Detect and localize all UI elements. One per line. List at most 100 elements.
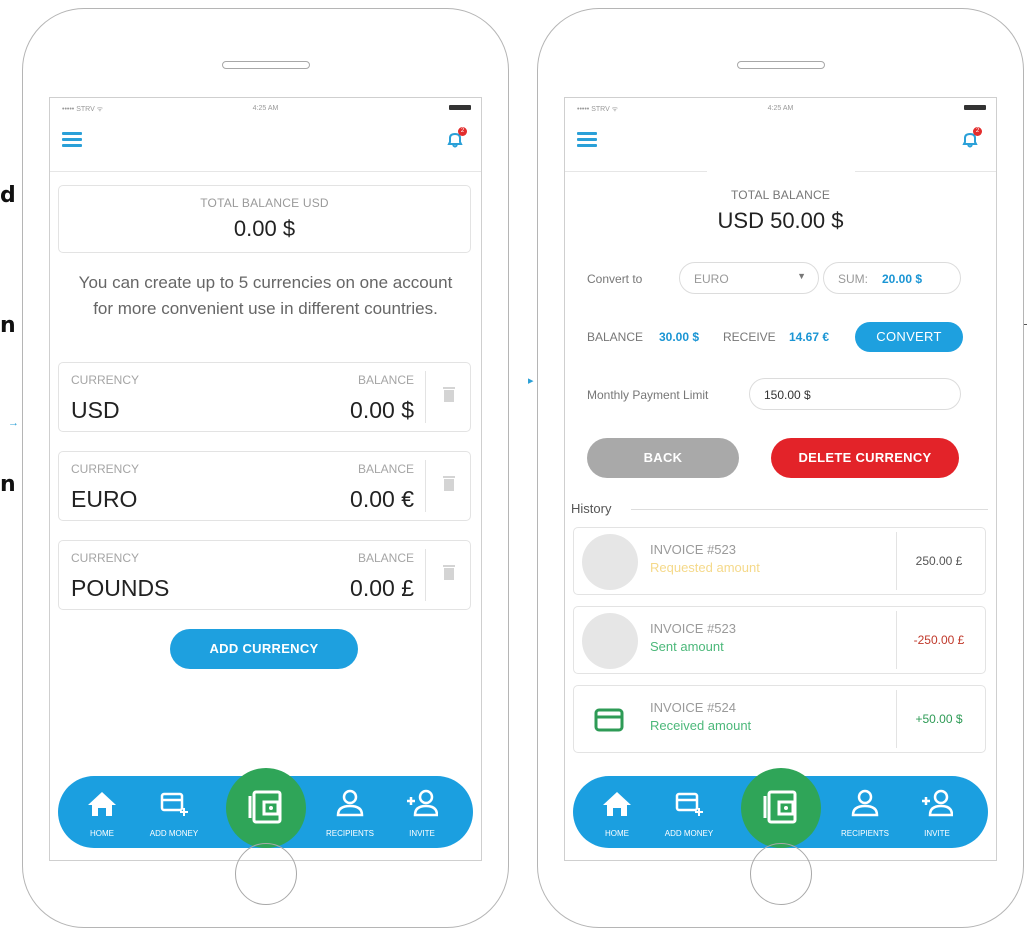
add-currency-button[interactable]: ADD CURRENCY [170,629,358,669]
invoice-status: Received amount [650,718,752,733]
total-balance-label: TOTAL BALANCE USD [200,196,329,210]
trash-icon[interactable] [442,563,456,581]
notification-bell-icon[interactable]: 2 [960,127,982,150]
nav-recipients[interactable]: RECIPIENTS [835,776,895,848]
sum-label: SUM: [838,272,868,286]
currency-name: POUNDS [71,575,170,601]
currency-name: USD [71,397,120,423]
currency-balance: 0.00 € [350,486,414,512]
monthly-limit-value: 150.00 $ [764,388,811,402]
arrow-marker-icon: → [8,417,19,429]
chevron-down-icon: ▼ [797,271,806,281]
trash-icon[interactable] [442,474,456,492]
cropped-text-fragment: n [0,472,16,497]
balance-label: BALANCE [357,462,414,476]
avatar [582,534,638,590]
total-balance-label: TOTAL BALANCE [730,188,831,202]
invoice-amount: -250.00 £ [913,633,965,647]
currency-balance: 0.00 £ [350,575,414,601]
clock: 4:25 AM [252,105,279,112]
app-bar: 2 [50,116,481,172]
wallet-add-icon [160,792,188,816]
receive-value: 14.67 € [789,330,830,344]
nav-home[interactable]: HOME [587,776,647,848]
total-balance-amount: 0.00 $ [233,216,296,241]
convert-to-label: Convert to [587,272,643,286]
home-icon [603,792,631,816]
balance-label: BALANCE [357,373,414,387]
notification-badge: 2 [458,127,467,136]
currency-label: CURRENCY [71,551,140,565]
nav-invite[interactable]: INVITE [907,776,967,848]
bottom-navigation: HOME ADD MONEY RECIPIENTS INVITE [58,768,473,848]
wallet-icon [763,790,796,824]
currency-info-text: You can create up to 5 currencies on one… [78,273,453,318]
currencies-screen: ••••• STRV ᯤ 4:25 AM 2 TOTAL BALANCE USD… [49,97,482,861]
back-button[interactable]: BACK [587,438,739,478]
nav-wallet-button[interactable] [225,768,306,848]
hamburger-menu-icon[interactable] [577,132,597,147]
cropped-text-fragment: d [0,183,16,208]
monthly-limit-label: Monthly Payment Limit [587,388,709,402]
currency-label: CURRENCY [71,462,140,476]
monthly-limit-input[interactable]: 150.00 $ [749,378,961,410]
phone-frame-left: ••••• STRV ᯤ 4:25 AM 2 TOTAL BALANCE USD… [22,8,509,928]
invoice-status: Requested amount [650,560,760,575]
bottom-navigation: HOME ADD MONEY RECIPIENTS INVITE [573,768,988,848]
balance-value: 30.00 $ [659,330,700,344]
avatar [582,613,638,669]
battery-icon [964,105,986,110]
currency-card-euro[interactable]: CURRENCY EURO BALANCE 0.00 € [58,451,471,521]
nav-wallet-button[interactable] [740,768,821,848]
wallet-add-icon [675,792,703,816]
receive-label: RECEIVE [723,330,776,344]
invoice-amount: 250.00 £ [915,554,963,568]
invoice-amount: +50.00 $ [915,712,963,726]
divider [631,509,988,510]
nav-invite[interactable]: INVITE [392,776,452,848]
home-icon [88,792,116,816]
currency-card-pounds[interactable]: CURRENCY POUNDS BALANCE 0.00 £ [58,540,471,610]
user-icon [336,789,364,817]
currency-select[interactable]: EURO ▼ [679,262,819,294]
phone-home-button[interactable] [234,843,297,905]
currency-name: EURO [71,486,138,512]
history-item[interactable]: INVOICE #524 Received amount +50.00 $ [573,685,986,753]
delete-currency-button[interactable]: DELETE CURRENCY [771,438,959,478]
currency-balance: 0.00 $ [350,397,414,423]
status-bar: ••••• STRV ᯤ 4:25 AM [565,98,996,116]
trash-icon[interactable] [442,385,456,403]
app-bar: 2 [565,116,996,186]
phone-speaker [736,61,825,69]
phone-speaker [221,61,310,69]
add-user-icon [922,789,953,817]
history-item[interactable]: INVOICE #523 Sent amount -250.00 £ [573,606,986,674]
sum-value: 20.00 $ [882,272,923,286]
currency-label: CURRENCY [71,373,140,387]
title-area [707,126,855,186]
currency-card-usd[interactable]: CURRENCY USD BALANCE 0.00 $ [58,362,471,432]
hamburger-menu-icon[interactable] [62,132,82,147]
nav-recipients[interactable]: RECIPIENTS [320,776,380,848]
nav-add-money[interactable]: ADD MONEY [659,776,719,848]
nav-add-money[interactable]: ADD MONEY [144,776,204,848]
user-icon [851,789,879,817]
convert-button[interactable]: CONVERT [855,322,963,352]
history-item[interactable]: INVOICE #523 Requested amount 250.00 £ [573,527,986,595]
currency-detail-screen: ••••• STRV ᯤ 4:25 AM 2 TOTAL BALANCE USD… [564,97,997,861]
total-balance: TOTAL BALANCE USD 50.00 $ [565,188,996,234]
invoice-number: INVOICE #523 [650,542,736,557]
notification-badge: 2 [973,127,982,136]
notification-bell-icon[interactable]: 2 [445,127,467,150]
nav-home[interactable]: HOME [72,776,132,848]
battery-icon [449,105,471,110]
sum-input[interactable]: SUM: 20.00 $ [823,262,961,294]
balance-label: BALANCE [357,551,414,565]
phone-home-button[interactable] [749,843,812,905]
add-user-icon [407,789,438,817]
invoice-number: INVOICE #524 [650,700,736,715]
balance-label: BALANCE [587,330,644,344]
total-balance-card: TOTAL BALANCE USD 0.00 $ [58,185,471,253]
wallet-icon [248,790,281,824]
cropped-text-fragment: n [0,313,16,338]
